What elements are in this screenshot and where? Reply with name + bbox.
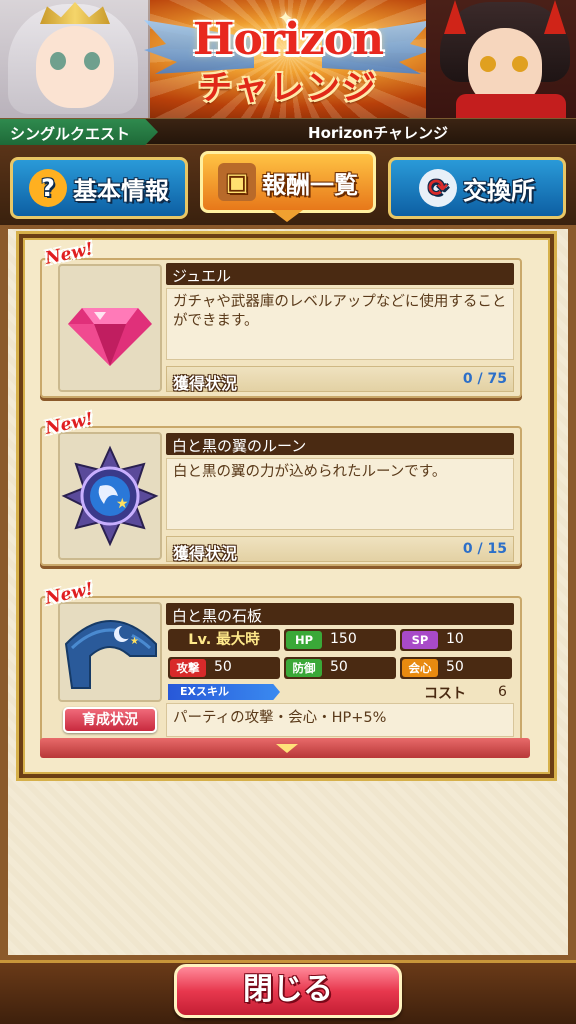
acquisition-label: 獲得状況 xyxy=(173,544,238,563)
skill-description: パーティの攻撃・会心・HP+5% xyxy=(166,703,514,737)
jewel-icon xyxy=(68,308,152,366)
reward-description: 白と黒の翼の力が込められたルーンです。 xyxy=(166,458,514,530)
acquisition-label: 獲得状況 xyxy=(173,374,238,393)
defense-tag: 防御 xyxy=(286,659,322,677)
active-tab-pointer-icon xyxy=(271,210,303,222)
exchange-icon: ⟳ xyxy=(419,169,457,207)
stat-hp: HP 150 xyxy=(284,629,396,651)
sp-value: 10 xyxy=(446,631,464,647)
critical-tag: 会心 xyxy=(402,659,438,677)
acquisition-count: 0 / 75 xyxy=(462,371,507,387)
attack-tag: 攻撃 xyxy=(170,659,206,677)
svg-text:★: ★ xyxy=(116,496,129,512)
event-logo: ✦ Horizon チャレンジ xyxy=(144,0,432,118)
acquisition-count: 0 / 15 xyxy=(462,541,507,557)
level-max-label: Lv. 最大時 xyxy=(168,629,280,651)
page-title: Horizonチャレンジ xyxy=(308,124,448,142)
reward-thumbnail: ★ xyxy=(58,432,162,560)
cost-value: 6 xyxy=(498,684,507,700)
character-portrait-right xyxy=(426,0,576,118)
event-title: Horizon xyxy=(192,14,384,65)
stat-sp: SP 10 xyxy=(400,629,512,651)
tab-label: 交換所 xyxy=(463,176,535,205)
tab-reward-list[interactable]: ▣ 報酬一覧 xyxy=(200,151,376,213)
rune-icon: ★ xyxy=(61,445,159,547)
cost-label: コスト xyxy=(424,686,466,702)
question-icon: ? xyxy=(29,169,67,207)
stat-attack: 攻撃 50 xyxy=(168,657,280,679)
stat-defense: 防御 50 xyxy=(284,657,396,679)
hp-tag: HP xyxy=(286,631,322,649)
hp-value: 150 xyxy=(330,631,357,647)
sp-tag: SP xyxy=(402,631,438,649)
reward-description: ガチャや武器庫のレベルアップなどに使用することができます。 xyxy=(166,288,514,360)
growth-status-button[interactable]: 育成状況 xyxy=(63,707,157,733)
tab-exchange[interactable]: ⟳ 交換所 xyxy=(388,157,566,219)
reward-name: ジュエル xyxy=(166,263,514,285)
acquisition-status: 獲得状況 0 / 15 xyxy=(166,536,514,563)
critical-value: 50 xyxy=(446,659,464,675)
chevron-down-icon[interactable] xyxy=(276,744,298,753)
stat-critical: 会心 50 xyxy=(400,657,512,679)
event-subtitle: チャレンジ xyxy=(198,68,378,108)
defense-value: 50 xyxy=(330,659,348,675)
treasure-chest-icon: ▣ xyxy=(218,163,256,201)
reward-thumbnail: ★ xyxy=(58,602,162,702)
acquisition-status: 獲得状況 0 / 75 xyxy=(166,366,514,393)
tab-label: 基本情報 xyxy=(73,176,169,205)
breadcrumb-section: シングルクエスト xyxy=(0,119,158,145)
breadcrumb: シングルクエスト Horizonチャレンジ xyxy=(0,118,576,145)
event-banner: ✦ Horizon チャレンジ xyxy=(0,0,576,118)
reward-name: 白と黒の石板 xyxy=(166,603,514,625)
tab-basic-info[interactable]: ? 基本情報 xyxy=(10,157,188,219)
character-portrait-left xyxy=(0,0,150,118)
ex-skill-tag: EXスキル xyxy=(168,684,280,700)
reward-name: 白と黒の翼のルーン xyxy=(166,433,514,455)
reward-thumbnail xyxy=(58,264,162,392)
tab-label: 報酬一覧 xyxy=(262,170,358,199)
stone-tablet-icon: ★ xyxy=(64,620,157,689)
svg-text:★: ★ xyxy=(130,636,139,647)
attack-value: 50 xyxy=(214,659,232,675)
close-button[interactable]: 閉じる xyxy=(174,964,402,1018)
